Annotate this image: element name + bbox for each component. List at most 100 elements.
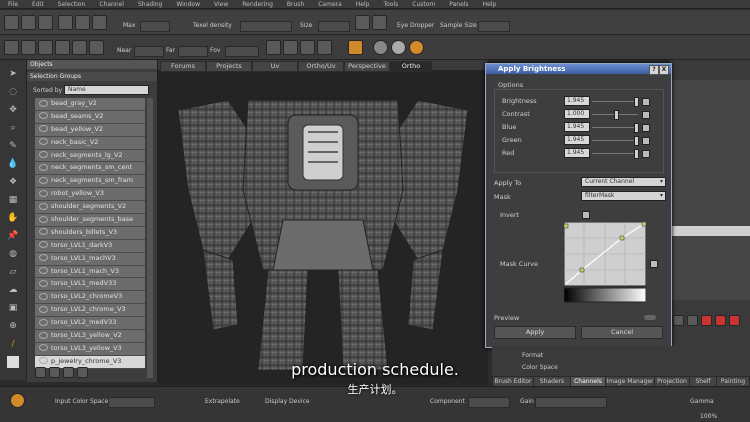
grid-icon[interactable]	[21, 40, 36, 55]
3d-viewport[interactable]: Forums Projects Uv Ortho/Uv Perspective Ortho	[158, 60, 488, 385]
list-item[interactable]: neck_segments_lg_V2	[35, 149, 145, 163]
blur-icon[interactable]: ◍	[7, 248, 19, 260]
slider-value-field[interactable]: 1.945	[564, 148, 590, 158]
slider-value-field[interactable]: 1.000	[564, 109, 590, 119]
list-item[interactable]: bead_yellow_V2	[35, 123, 145, 137]
texture-toggle-icon[interactable]	[348, 40, 363, 55]
slider-reset-button[interactable]	[642, 98, 650, 106]
slider-value-field[interactable]: 1.945	[564, 135, 590, 145]
layer-icon[interactable]	[92, 15, 107, 30]
list-item[interactable]: torso_LVL2_chromeV3	[35, 291, 145, 305]
menu-item[interactable]: Camera	[318, 1, 342, 8]
list-scrollbar[interactable]	[147, 98, 153, 378]
far-field[interactable]	[178, 46, 208, 57]
menu-item[interactable]: Window	[176, 1, 200, 8]
menu-item[interactable]: File	[8, 1, 18, 8]
slider-reset-button[interactable]	[642, 137, 650, 145]
list-item[interactable]: robot_yellow_V3	[35, 188, 145, 202]
menu-item[interactable]: Brush	[287, 1, 304, 8]
list-item[interactable]: neck_basic_V2	[35, 136, 145, 150]
slider-value-field[interactable]: 1.945	[564, 122, 590, 132]
eye-icon[interactable]	[39, 125, 48, 133]
list-item[interactable]: torso_LVL3_yellow_V3	[35, 342, 145, 356]
list-item[interactable]: torso_LVL1_mach_V3	[35, 265, 145, 279]
eye-icon[interactable]	[39, 254, 48, 262]
brush-orange-icon[interactable]: /	[7, 338, 19, 350]
invert-checkbox[interactable]	[582, 211, 590, 219]
layer-selected-row[interactable]	[669, 226, 750, 236]
tool-icon-f[interactable]	[317, 40, 332, 55]
slider-handle[interactable]	[633, 123, 639, 133]
sorted-by-select[interactable]: Name	[64, 85, 149, 95]
wireframe-icon[interactable]	[55, 40, 70, 55]
drop-icon[interactable]: 💧	[7, 158, 19, 170]
slider-reset-button[interactable]	[642, 124, 650, 132]
eye-icon[interactable]	[39, 215, 48, 223]
slider-track[interactable]	[592, 127, 638, 128]
mask-curve-editor[interactable]	[564, 222, 646, 304]
cancel-button[interactable]: Cancel	[581, 326, 663, 339]
slider-handle[interactable]	[614, 110, 619, 120]
eye-icon[interactable]	[39, 189, 48, 197]
list-item[interactable]: torso_LVL3_yellow_V2	[35, 330, 145, 343]
new-icon[interactable]	[4, 15, 19, 30]
save-icon[interactable]	[38, 15, 53, 30]
slider-handle[interactable]	[633, 136, 639, 146]
input-color-space-field[interactable]	[108, 397, 155, 408]
mask-curve-reset-button[interactable]	[650, 260, 658, 268]
near-field[interactable]	[134, 46, 164, 57]
eye-icon[interactable]	[39, 267, 48, 275]
menu-item[interactable]: Shading	[138, 1, 162, 8]
slider-track[interactable]	[592, 140, 638, 141]
move-icon[interactable]: ✥	[7, 104, 19, 116]
list-item[interactable]: bead_gray_V2	[35, 98, 145, 111]
size-field[interactable]	[318, 21, 350, 32]
close-button[interactable]: X	[659, 65, 669, 75]
view-icon[interactable]	[89, 40, 104, 55]
brush-icon[interactable]	[58, 15, 73, 30]
tool-icon-b[interactable]	[372, 15, 387, 30]
camera-icon[interactable]	[4, 40, 19, 55]
smudge-icon[interactable]: ☁	[7, 284, 19, 296]
pick-icon[interactable]: ⊕	[7, 320, 19, 332]
eye-icon[interactable]	[39, 228, 48, 236]
menu-item[interactable]: Channel	[99, 1, 124, 8]
texel-density-field[interactable]	[240, 21, 292, 32]
fill-icon[interactable]: ▣	[7, 302, 19, 314]
menu-item[interactable]: Tools	[383, 1, 398, 8]
list-item[interactable]: neck_segments_sm_fram	[35, 175, 145, 189]
apply-to-dropdown[interactable]: Current Channel ▾	[581, 177, 666, 187]
select-arrow-icon[interactable]: ➤	[7, 68, 19, 80]
menu-item[interactable]: Panels	[449, 1, 468, 8]
menu-item[interactable]: View	[214, 1, 228, 8]
clone-icon[interactable]: ❖	[7, 176, 19, 188]
menu-item[interactable]: Help	[483, 1, 497, 8]
fov-field[interactable]	[225, 46, 259, 57]
max-field[interactable]	[140, 21, 170, 32]
slider-handle[interactable]	[633, 149, 639, 159]
eye-icon[interactable]	[39, 202, 48, 210]
eye-icon[interactable]	[39, 279, 48, 287]
light-icon[interactable]	[72, 40, 87, 55]
slider-reset-button[interactable]	[642, 111, 650, 119]
paint-brush-icon[interactable]: ✎	[7, 140, 19, 152]
menu-item[interactable]: Selection	[58, 1, 86, 8]
sphere-light-icon[interactable]	[391, 40, 406, 55]
component-field[interactable]	[468, 397, 510, 408]
eye-icon[interactable]	[39, 151, 48, 159]
grid-tool-icon[interactable]: ▦	[7, 194, 19, 206]
eye-icon[interactable]	[39, 112, 48, 120]
layer-tool-b-icon[interactable]	[687, 315, 698, 326]
list-item[interactable]: torso_LVL2_medV33	[35, 317, 145, 331]
eye-icon[interactable]	[39, 305, 48, 313]
eraser-icon[interactable]: ▱	[7, 266, 19, 278]
help-button[interactable]: ?	[649, 65, 659, 75]
mask-dropdown[interactable]: filterMask ▾	[581, 191, 666, 201]
apply-button[interactable]: Apply	[494, 326, 576, 339]
list-item[interactable]: shoulders_billets_V3	[35, 226, 145, 240]
eye-icon[interactable]	[39, 241, 48, 249]
hand-icon[interactable]: ✋	[7, 212, 19, 224]
eye-icon[interactable]	[39, 318, 48, 326]
eye-icon[interactable]	[39, 163, 48, 171]
sphere-orange-icon[interactable]	[409, 40, 424, 55]
